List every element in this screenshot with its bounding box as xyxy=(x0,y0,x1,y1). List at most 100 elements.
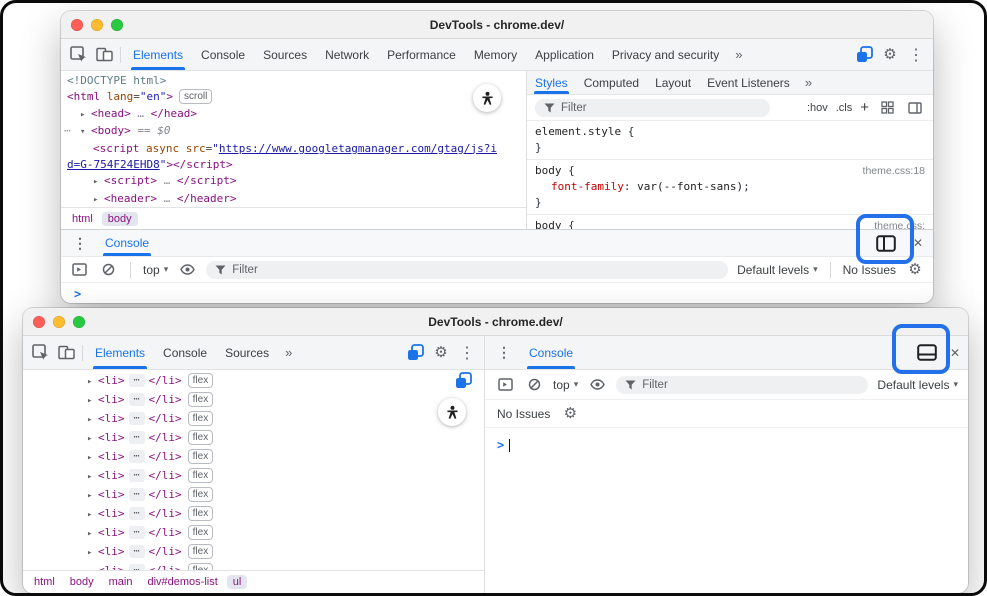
minimize-button[interactable] xyxy=(53,316,65,328)
cast-button[interactable] xyxy=(402,336,428,369)
badge-flex[interactable]: flex xyxy=(188,430,214,445)
dom-tree-line[interactable]: ▸<li>⋯</li>flex xyxy=(23,429,484,448)
badge-flex[interactable]: flex xyxy=(188,506,214,521)
device-toolbar-button[interactable] xyxy=(91,39,117,70)
tab-console-drawer[interactable]: Console xyxy=(99,230,155,256)
breadcrumb-item[interactable]: ul xyxy=(227,575,248,589)
css-selector[interactable]: body xyxy=(535,218,562,229)
live-expression-button[interactable] xyxy=(177,264,197,275)
expand-arrow-icon[interactable]: ▸ xyxy=(87,449,98,467)
tab-sources[interactable]: Sources xyxy=(254,39,316,70)
sidebar-panel-icon[interactable] xyxy=(905,102,925,114)
console-filter-input[interactable]: Filter xyxy=(206,261,728,279)
javascript-context-selector[interactable]: top▾ xyxy=(553,378,578,392)
node-menu-icon[interactable]: ⋯ xyxy=(64,123,71,139)
tab-layout[interactable]: Layout xyxy=(647,71,699,94)
expand-arrow-icon[interactable]: ▸ xyxy=(87,563,98,570)
css-rule[interactable]: element.style { } xyxy=(527,124,933,156)
live-expression-button[interactable] xyxy=(587,379,607,390)
console-filter-input[interactable]: Filter xyxy=(616,376,868,394)
expand-arrow-icon[interactable]: ▸ xyxy=(87,506,98,524)
tab-console-panel[interactable]: Console xyxy=(523,336,579,369)
kebab-menu-icon[interactable]: ⋮ xyxy=(491,336,517,369)
badge-flex[interactable]: flex xyxy=(188,373,214,388)
device-toolbar-button[interactable] xyxy=(53,336,79,369)
zoom-button[interactable] xyxy=(111,19,123,31)
settings-gear-icon[interactable]: ⚙ xyxy=(877,39,903,70)
tab-application[interactable]: Application xyxy=(526,39,603,70)
cast-button[interactable] xyxy=(851,39,877,70)
expand-arrow-icon[interactable]: ▸ xyxy=(87,487,98,505)
dom-tree-line[interactable]: <script async src="https://www.googletag… xyxy=(61,141,526,157)
badge-scroll[interactable]: scroll xyxy=(179,89,212,104)
expand-arrow-icon[interactable]: ▸ xyxy=(87,430,98,448)
tab-elements[interactable]: Elements xyxy=(86,336,154,369)
stylesheet-link[interactable]: theme.css:18 xyxy=(863,163,925,179)
pseudo-state-button[interactable]: :hov xyxy=(807,102,828,114)
dom-tree-line[interactable]: ▸<li>⋯</li>flex xyxy=(23,372,484,391)
expand-arrow-icon[interactable]: ▸ xyxy=(80,107,91,123)
tab-sources[interactable]: Sources xyxy=(216,336,278,369)
tab-event-listeners[interactable]: Event Listeners xyxy=(699,71,798,94)
tab-elements[interactable]: Elements xyxy=(124,39,192,70)
close-drawer-button[interactable]: ✕ xyxy=(913,236,923,250)
settings-gear-icon[interactable]: ⚙ xyxy=(428,336,454,369)
dom-tree-line[interactable]: ▸<script> … </script> xyxy=(61,173,526,190)
dom-tree-line[interactable]: ▸<li>⋯</li>flex xyxy=(23,410,484,429)
issues-status[interactable]: No Issues xyxy=(843,263,896,277)
tab-privacy-and-security[interactable]: Privacy and security xyxy=(603,39,728,70)
expand-arrow-icon[interactable]: ▸ xyxy=(87,544,98,562)
clear-console-button[interactable] xyxy=(524,378,544,391)
expand-arrow-icon[interactable]: ▸ xyxy=(93,174,104,190)
zoom-button[interactable] xyxy=(73,316,85,328)
dock-side-button[interactable] xyxy=(873,235,899,252)
tab-console[interactable]: Console xyxy=(192,39,254,70)
tab-styles[interactable]: Styles xyxy=(527,71,576,94)
dom-tree-line[interactable]: ▸<li>⋯</li>flex xyxy=(23,448,484,467)
close-button[interactable] xyxy=(71,19,83,31)
badge-flex[interactable]: flex xyxy=(188,563,214,570)
expand-arrow-icon[interactable]: ▸ xyxy=(87,392,98,410)
dom-tree-line[interactable]: ▸<li>⋯</li>flex xyxy=(23,391,484,410)
css-selector[interactable]: element.style xyxy=(535,124,621,140)
breadcrumb-item[interactable]: body xyxy=(64,575,100,589)
cast-button[interactable] xyxy=(455,372,472,389)
css-property-name[interactable]: font-family xyxy=(551,179,624,195)
expand-arrow-icon[interactable]: ▸ xyxy=(87,525,98,543)
expand-arrow-icon[interactable]: ▸ xyxy=(87,411,98,429)
kebab-menu-icon[interactable]: ⋮ xyxy=(903,39,929,70)
dom-tree-line[interactable]: ▸<li>⋯</li>flex xyxy=(23,543,484,562)
dock-bottom-button[interactable] xyxy=(914,344,940,361)
css-selector[interactable]: body xyxy=(535,163,562,179)
expand-arrow-icon[interactable]: ▸ xyxy=(87,468,98,486)
tab-memory[interactable]: Memory xyxy=(465,39,526,70)
dom-tree-line[interactable]: ▸<li>⋯</li>flex xyxy=(23,486,484,505)
dom-tree-line[interactable]: ▸<li>⋯</li>flex xyxy=(23,562,484,570)
log-levels-dropdown[interactable]: Default levels▾ xyxy=(737,263,818,277)
more-tabs-icon[interactable]: » xyxy=(728,39,749,70)
dom-tree-line[interactable]: d=G-754F24EHD8"></script> xyxy=(61,157,526,173)
issues-status[interactable]: No Issues xyxy=(497,407,550,421)
expand-arrow-icon[interactable]: ▾ xyxy=(80,124,91,140)
kebab-menu-icon[interactable]: ⋮ xyxy=(454,336,480,369)
more-tabs-icon[interactable]: » xyxy=(278,336,299,369)
styles-filter-input[interactable]: Filter xyxy=(535,99,770,117)
badge-flex[interactable]: flex xyxy=(188,525,214,540)
log-levels-dropdown[interactable]: Default levels▾ xyxy=(877,378,958,392)
css-rule[interactable]: body {theme.css: xyxy=(527,218,933,229)
badge-flex[interactable]: flex xyxy=(188,544,214,559)
more-tabs-icon[interactable]: » xyxy=(798,71,819,94)
stylesheet-link[interactable]: theme.css: xyxy=(874,218,925,229)
dom-tree-line[interactable]: ▸<li>⋯</li>flex xyxy=(23,524,484,543)
badge-flex[interactable]: flex xyxy=(188,449,214,464)
javascript-context-selector[interactable]: top▾ xyxy=(143,263,168,277)
settings-gear-icon[interactable]: ⚙ xyxy=(905,262,925,277)
tab-computed[interactable]: Computed xyxy=(576,71,647,94)
accessibility-button[interactable] xyxy=(438,398,466,426)
clear-console-button[interactable] xyxy=(98,263,118,276)
dom-tree-line[interactable]: ▸<li>⋯</li>flex xyxy=(23,467,484,486)
tab-performance[interactable]: Performance xyxy=(378,39,465,70)
console-sidebar-button[interactable] xyxy=(69,263,89,276)
console-sidebar-button[interactable] xyxy=(495,378,515,391)
inspect-button[interactable] xyxy=(65,39,91,70)
